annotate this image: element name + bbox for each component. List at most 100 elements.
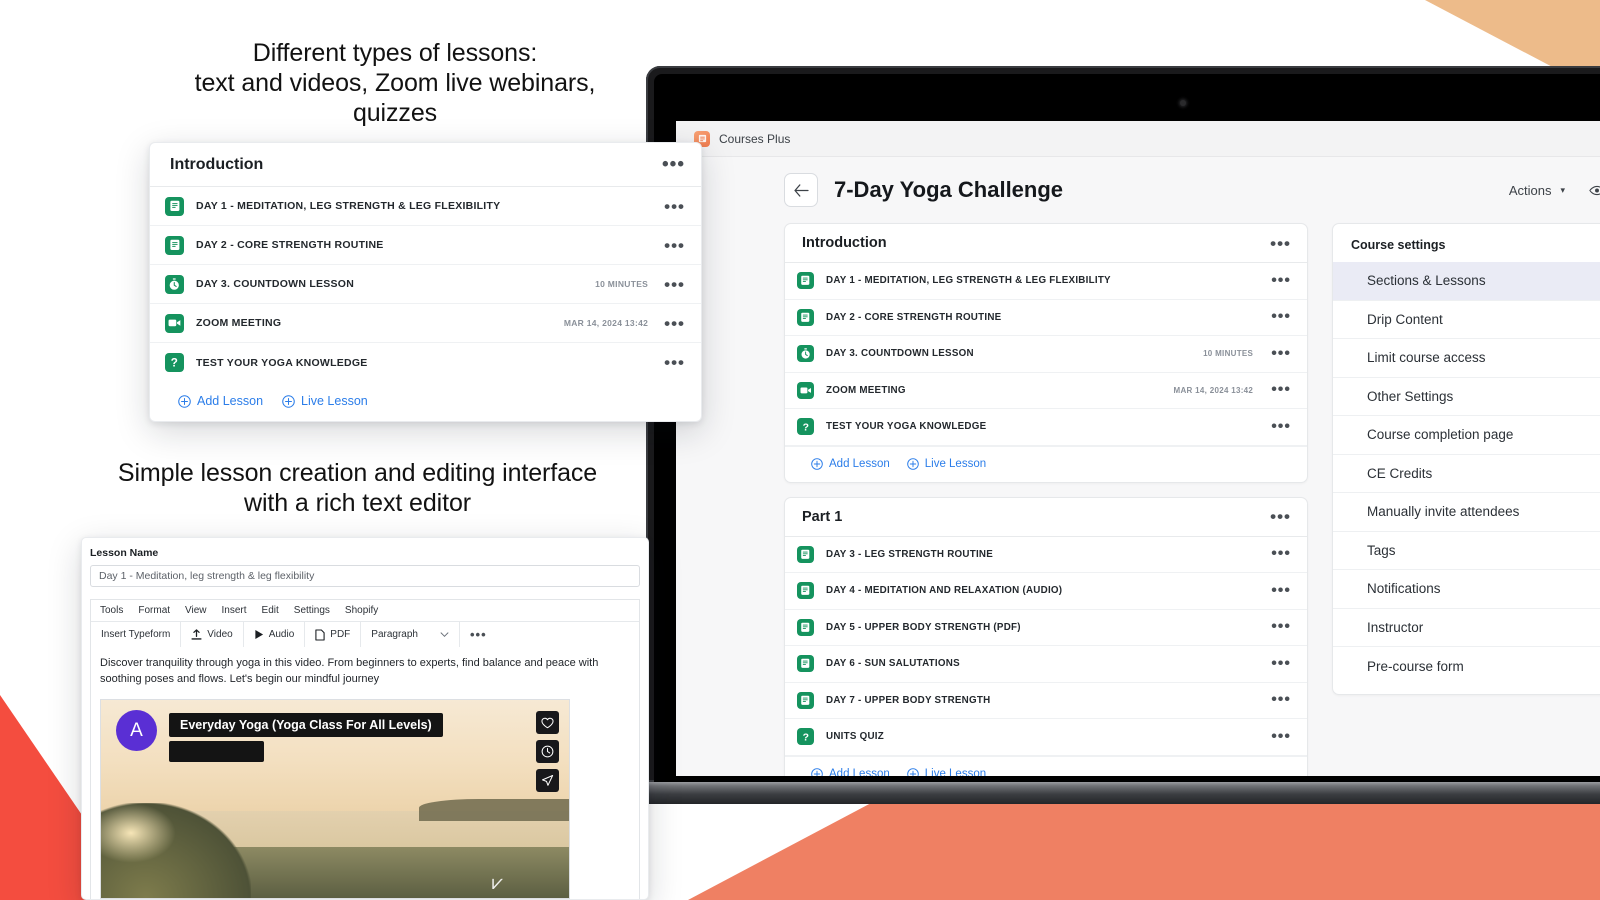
lesson-row[interactable]: DAY 3. COUNTDOWN LESSON 10 MINUTES ••• bbox=[785, 336, 1307, 373]
live-lesson-label: Live Lesson bbox=[924, 458, 987, 470]
lesson-row[interactable]: DAY 5 - UPPER BODY STRENGTH (PDF) ••• bbox=[785, 610, 1307, 646]
back-button[interactable] bbox=[784, 173, 818, 207]
ellipsis-icon[interactable]: ••• bbox=[664, 198, 685, 215]
live-lesson-button[interactable]: Live Lesson bbox=[282, 394, 368, 408]
ellipsis-icon[interactable]: ••• bbox=[664, 315, 685, 332]
lesson-row[interactable]: DAY 6 - SUN SALUTATIONS ••• bbox=[785, 646, 1307, 683]
video-title-overlay: Everyday Yoga (Yoga Class For All Levels… bbox=[169, 713, 443, 737]
plus-circle-icon bbox=[906, 768, 919, 776]
paragraph-dropdown[interactable]: Paragraph bbox=[361, 622, 460, 647]
editor-menu-item[interactable]: Tools bbox=[100, 605, 123, 616]
lesson-title: ZOOM MEETING bbox=[196, 317, 282, 329]
lesson-row[interactable]: ? TEST YOUR YOGA KNOWLEDGE ••• bbox=[785, 409, 1307, 446]
settings-item-course-completion-page[interactable]: Course completion page bbox=[1333, 416, 1600, 455]
pdf-label: PDF bbox=[330, 629, 351, 640]
course-page-header: 7-Day Yoga Challenge Actions ▾ View bbox=[676, 157, 1600, 223]
lesson-row[interactable]: DAY 7 - UPPER BODY STRENGTH ••• bbox=[785, 683, 1307, 719]
chevron-down-icon: ▾ bbox=[1560, 184, 1566, 195]
section-header: Introduction ••• bbox=[785, 224, 1307, 263]
lesson-row[interactable]: ? UNITS QUIZ ••• bbox=[785, 719, 1307, 756]
ellipsis-icon[interactable]: ••• bbox=[1270, 235, 1291, 252]
document-icon bbox=[797, 618, 814, 636]
laptop-bezel: Courses Plus 7-Day Yoga Challenge Action… bbox=[654, 74, 1600, 782]
pdf-button[interactable]: PDF bbox=[305, 622, 362, 647]
video-preview[interactable]: A Everyday Yoga (Yoga Class For All Leve… bbox=[100, 699, 570, 899]
video-button[interactable]: Video bbox=[181, 622, 244, 647]
lesson-title: DAY 4 - MEDITATION AND RELAXATION (AUDIO… bbox=[826, 585, 1063, 597]
ellipsis-icon[interactable]: ••• bbox=[664, 276, 685, 293]
add-lesson-button[interactable]: Add Lesson bbox=[811, 768, 890, 776]
add-lesson-button[interactable]: Add Lesson bbox=[178, 394, 263, 408]
audio-label: Audio bbox=[268, 629, 295, 640]
lesson-name-input[interactable]: Day 1 - Meditation, leg strength & leg f… bbox=[90, 565, 640, 587]
share-icon[interactable] bbox=[536, 769, 559, 792]
lesson-editor-card: Lesson Name Day 1 - Meditation, leg stre… bbox=[81, 537, 649, 900]
ellipsis-icon[interactable]: ••• bbox=[662, 155, 685, 174]
settings-item-other-settings[interactable]: Other Settings bbox=[1333, 378, 1600, 416]
ellipsis-icon[interactable]: ••• bbox=[1271, 418, 1291, 435]
editor-menu-item[interactable]: Insert bbox=[222, 605, 247, 616]
ellipsis-icon[interactable]: ••• bbox=[1271, 582, 1291, 599]
lesson-row[interactable]: DAY 1 - MEDITATION, LEG STRENGTH & LEG F… bbox=[785, 263, 1307, 300]
editor-content-area[interactable]: Discover tranquility through yoga in thi… bbox=[90, 647, 640, 899]
settings-item-notifications[interactable]: Notifications bbox=[1333, 570, 1600, 609]
lesson-row[interactable]: DAY 2 - CORE STRENGTH ROUTINE ••• bbox=[150, 226, 701, 265]
lesson-row[interactable]: DAY 1 - MEDITATION, LEG STRENGTH & LEG F… bbox=[150, 187, 701, 226]
paragraph-label: Paragraph bbox=[371, 629, 418, 640]
editor-menu-item[interactable]: Settings bbox=[294, 605, 330, 616]
ellipsis-icon[interactable]: ••• bbox=[1271, 309, 1291, 325]
lesson-row[interactable]: DAY 4 - MEDITATION AND RELAXATION (AUDIO… bbox=[785, 573, 1307, 610]
ellipsis-icon[interactable]: ••• bbox=[664, 354, 685, 371]
stopwatch-icon bbox=[797, 345, 814, 363]
view-button[interactable]: View bbox=[1589, 183, 1600, 198]
lesson-row[interactable]: DAY 2 - CORE STRENGTH ROUTINE ••• bbox=[785, 300, 1307, 336]
live-lesson-button[interactable]: Live Lesson bbox=[906, 768, 987, 776]
editor-menu-item[interactable]: Edit bbox=[262, 605, 279, 616]
actions-dropdown[interactable]: Actions ▾ bbox=[1509, 183, 1565, 198]
settings-item-tags[interactable]: Tags bbox=[1333, 532, 1600, 570]
document-icon bbox=[797, 655, 814, 673]
lesson-row[interactable]: ? TEST YOUR YOGA KNOWLEDGE ••• bbox=[150, 343, 701, 382]
lesson-title: DAY 3 - LEG STRENGTH ROUTINE bbox=[826, 548, 994, 560]
lesson-row[interactable]: ZOOM MEETING MAR 14, 2024 13:42 ••• bbox=[150, 304, 701, 343]
editor-menu-item[interactable]: Shopify bbox=[345, 605, 378, 616]
ellipsis-icon[interactable]: ••• bbox=[1271, 345, 1291, 362]
lesson-title: UNITS QUIZ bbox=[826, 731, 885, 743]
ellipsis-icon[interactable]: ••• bbox=[664, 237, 685, 254]
lesson-row[interactable]: DAY 3. COUNTDOWN LESSON 10 MINUTES ••• bbox=[150, 265, 701, 304]
document-icon bbox=[165, 196, 184, 216]
add-lesson-button[interactable]: Add Lesson bbox=[811, 458, 890, 470]
editor-menu-item[interactable]: View bbox=[185, 605, 207, 616]
settings-item-manually-invite-attendees[interactable]: Manually invite attendees bbox=[1333, 493, 1600, 532]
audio-button[interactable]: Audio bbox=[244, 622, 306, 647]
svg-text:?: ? bbox=[802, 732, 808, 742]
settings-item-sections-lessons[interactable]: Sections & Lessons bbox=[1333, 262, 1600, 301]
ellipsis-icon[interactable]: ••• bbox=[1271, 546, 1291, 562]
ellipsis-icon[interactable]: ••• bbox=[1271, 728, 1291, 745]
actions-label: Actions bbox=[1508, 182, 1552, 198]
app-name-label: Courses Plus bbox=[719, 131, 791, 146]
insert-typeform-label: Insert Typeform bbox=[101, 629, 171, 640]
ellipsis-icon[interactable]: ••• bbox=[1271, 655, 1291, 672]
more-options-button[interactable]: ••• bbox=[460, 622, 497, 647]
settings-item-pre-course-form[interactable]: Pre-course form bbox=[1333, 647, 1600, 686]
editor-menu-item[interactable]: Format bbox=[138, 605, 170, 616]
ellipsis-icon[interactable]: ••• bbox=[1271, 692, 1291, 708]
live-lesson-label: Live Lesson bbox=[924, 768, 987, 776]
lesson-row[interactable]: DAY 3 - LEG STRENGTH ROUTINE ••• bbox=[785, 537, 1307, 573]
heart-icon[interactable] bbox=[536, 711, 559, 734]
ellipsis-icon[interactable]: ••• bbox=[1271, 619, 1291, 635]
live-lesson-button[interactable]: Live Lesson bbox=[906, 458, 987, 470]
lesson-row[interactable]: ZOOM MEETING MAR 14, 2024 13:42 ••• bbox=[785, 373, 1307, 409]
insert-typeform-button[interactable]: Insert Typeform bbox=[91, 622, 182, 647]
laptop-screen: Courses Plus 7-Day Yoga Challenge Action… bbox=[676, 121, 1600, 776]
ellipsis-icon[interactable]: ••• bbox=[1270, 508, 1291, 525]
ellipsis-icon[interactable]: ••• bbox=[1271, 382, 1291, 398]
settings-item-drip-content[interactable]: Drip Content bbox=[1333, 301, 1600, 339]
lesson-title: DAY 2 - CORE STRENGTH ROUTINE bbox=[826, 311, 1002, 323]
ellipsis-icon[interactable]: ••• bbox=[1271, 272, 1291, 289]
settings-item-limit-course-access[interactable]: Limit course access bbox=[1333, 339, 1600, 378]
settings-item-ce-credits[interactable]: CE Credits bbox=[1333, 455, 1600, 493]
clock-icon[interactable] bbox=[536, 740, 559, 763]
settings-item-instructor[interactable]: Instructor bbox=[1333, 609, 1600, 647]
